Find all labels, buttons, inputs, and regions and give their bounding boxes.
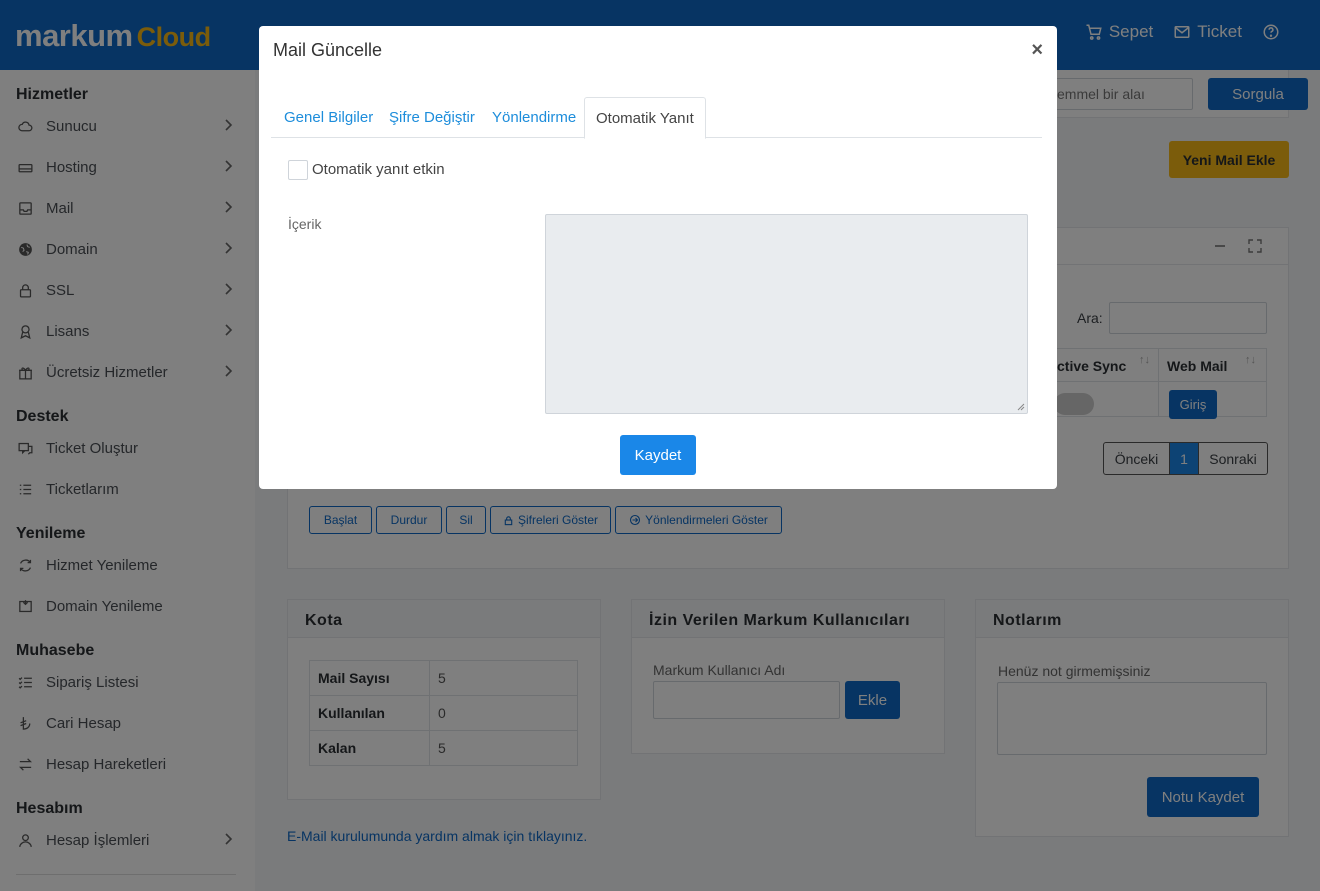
resize-handle-icon[interactable] [1017,403,1025,411]
tab-genel-bilgiler[interactable]: Genel Bilgiler [273,97,384,138]
content-textarea[interactable] [545,214,1028,414]
close-icon[interactable]: × [1031,40,1043,60]
modal-tabs: Genel Bilgiler Şifre Değiştir Yönlendirm… [271,97,1042,139]
auto-reply-checkbox[interactable] [288,160,308,180]
content-label: İçerik [288,216,322,232]
mail-update-modal: Mail Güncelle × Genel Bilgiler Şifre Değ… [259,26,1057,489]
modal-title: Mail Güncelle [273,40,383,60]
save-button[interactable]: Kaydet [620,435,696,475]
tab-sifre-degistir[interactable]: Şifre Değiştir [378,97,486,138]
tab-otomatik-yanit[interactable]: Otomatik Yanıt [584,97,706,139]
auto-reply-label[interactable]: Otomatik yanıt etkin [312,161,445,178]
tab-yonlendirme[interactable]: Yönlendirme [481,97,587,138]
